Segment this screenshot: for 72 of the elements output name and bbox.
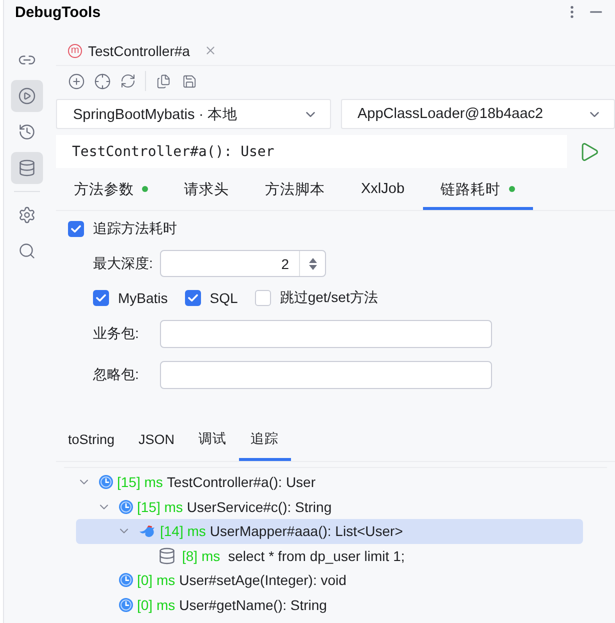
- duration-text: [15] ms: [137, 498, 183, 515]
- checkbox-label[interactable]: MyBatis: [118, 290, 168, 306]
- method-text: UserService#c(): String: [186, 498, 332, 515]
- tree-row[interactable]: [8] ms select * from dp_user limit 1;: [76, 544, 583, 568]
- tab[interactable]: 链路耗时: [422, 168, 533, 210]
- crosshair-icon[interactable]: [94, 72, 110, 90]
- tab[interactable]: 请求头: [166, 168, 247, 210]
- checkbox[interactable]: [93, 290, 109, 306]
- close-icon[interactable]: [204, 44, 217, 57]
- depth-spinner[interactable]: 2: [160, 250, 326, 277]
- tree-row[interactable]: [14] ms UserMapper#aaa(): List<User>: [76, 519, 583, 544]
- clock-icon: [99, 475, 113, 490]
- tree-row[interactable]: [15] ms UserService#c(): String: [76, 494, 583, 519]
- tree-row[interactable]: [0] ms User#setAge(Integer): void: [76, 568, 583, 592]
- database-icon: [18, 159, 36, 177]
- clock-icon: [119, 573, 133, 588]
- refresh-icon[interactable]: [120, 73, 136, 89]
- dropdown[interactable]: AppClassLoader@18b4aac2: [340, 99, 615, 129]
- play-icon: [18, 87, 36, 105]
- tab[interactable]: 调试: [186, 420, 239, 461]
- document-tab[interactable]: TestController#a: [88, 42, 190, 58]
- stepper-icon[interactable]: [308, 256, 318, 270]
- status-dot-icon: [142, 186, 148, 192]
- database-icon: [158, 546, 176, 565]
- save-icon[interactable]: [182, 74, 196, 88]
- copy-icon[interactable]: [156, 74, 170, 88]
- method-text: UserMapper#aaa(): List<User>: [210, 523, 403, 540]
- input-field[interactable]: [160, 320, 492, 348]
- duration-text: [0] ms: [137, 596, 176, 613]
- sidebar-button[interactable]: [11, 152, 43, 184]
- method-text: TestController#a(): User: [166, 474, 316, 490]
- dropdown[interactable]: SpringBootMybatis · 本地: [56, 99, 330, 129]
- checkbox-label[interactable]: 跳过get/set方法: [280, 289, 378, 307]
- checkbox-label[interactable]: SQL: [210, 290, 238, 306]
- tab[interactable]: toString: [56, 420, 127, 461]
- history-icon: [18, 123, 36, 141]
- clock-icon: [119, 500, 133, 514]
- window-title: DebugTools: [15, 4, 101, 20]
- method-field[interactable]: TestController#a(): User: [56, 135, 567, 168]
- method-badge: m: [68, 44, 82, 58]
- method-text: User#setAge(Integer): void: [179, 572, 346, 588]
- field-label: 最大深度:: [93, 254, 154, 272]
- search-icon: [18, 242, 36, 260]
- checkmark-icon: [96, 294, 106, 302]
- duration-text: [14] ms: [160, 523, 206, 540]
- tree-row[interactable]: [0] ms User#getName(): String: [76, 592, 583, 617]
- tab[interactable]: XxlJob: [343, 168, 423, 210]
- settings-icon: [18, 206, 36, 224]
- tab[interactable]: 追踪: [238, 420, 291, 461]
- clock-icon: [119, 598, 133, 612]
- status-dot-icon: [508, 186, 515, 192]
- tab[interactable]: 方法脚本: [247, 168, 343, 210]
- method-text: User#getName(): String: [179, 596, 327, 613]
- duration-text: [8] ms: [182, 548, 220, 564]
- checkbox[interactable]: [184, 290, 201, 306]
- add-icon[interactable]: [68, 72, 84, 90]
- field-label: 业务包:: [93, 325, 140, 343]
- tab[interactable]: JSON: [126, 420, 187, 461]
- field-label: 忽略包:: [93, 366, 140, 384]
- duration-text: [15] ms: [117, 474, 163, 490]
- sidebar-button[interactable]: [11, 80, 43, 112]
- checkmark-icon: [188, 294, 198, 302]
- sql-text: select * from dp_user limit 1;: [228, 548, 405, 564]
- tree-row[interactable]: [15] ms TestController#a(): User: [76, 470, 583, 494]
- duration-text: [0] ms: [137, 572, 176, 588]
- checkmark-icon: [71, 225, 81, 233]
- checkbox[interactable]: [254, 290, 271, 306]
- checkbox-label[interactable]: 追踪方法耗时: [93, 220, 177, 238]
- checkbox[interactable]: [68, 221, 84, 237]
- input-field[interactable]: [160, 361, 492, 389]
- bird-icon: [139, 524, 155, 538]
- tab[interactable]: 方法参数: [56, 168, 166, 210]
